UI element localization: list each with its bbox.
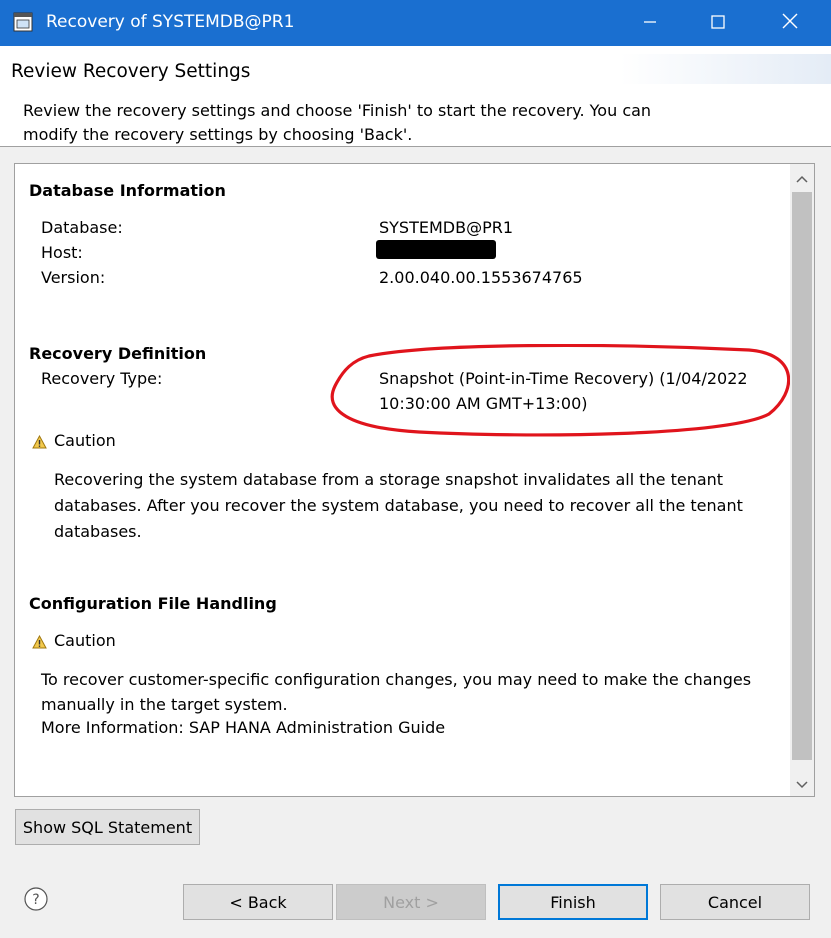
version-value: 2.00.040.00.1553674765 xyxy=(379,268,583,287)
close-icon xyxy=(782,13,798,33)
host-label: Host: xyxy=(41,243,83,262)
header-banner xyxy=(620,54,831,84)
title-bar[interactable]: Recovery of SYSTEMDB@PR1 xyxy=(0,0,831,46)
chevron-down-icon xyxy=(796,774,808,793)
back-button[interactable]: < Back xyxy=(183,884,333,920)
minimize-button[interactable] xyxy=(622,0,678,46)
page-title: Review Recovery Settings xyxy=(11,61,251,82)
recovery-type-value-line2: 10:30:00 AM GMT+13:00) xyxy=(379,394,588,413)
recovery-type-label: Recovery Type: xyxy=(41,369,163,388)
maximize-button[interactable] xyxy=(690,0,746,46)
scroll-up-button[interactable] xyxy=(790,164,814,190)
more-information-text: More Information: SAP HANA Administratio… xyxy=(41,718,446,737)
header-separator xyxy=(0,146,831,147)
page-description: Review the recovery settings and choose … xyxy=(23,101,652,144)
maximize-icon xyxy=(711,14,725,33)
warning-icon xyxy=(32,634,47,649)
caution-label: Caution xyxy=(54,631,116,650)
database-info-heading: Database Information xyxy=(29,181,226,200)
vertical-scrollbar[interactable] xyxy=(790,164,814,796)
help-icon[interactable]: ? xyxy=(24,887,48,911)
close-button[interactable] xyxy=(762,0,818,46)
show-sql-statement-button[interactable]: Show SQL Statement xyxy=(15,809,200,845)
chevron-up-icon xyxy=(796,168,808,187)
cancel-button[interactable]: Cancel xyxy=(660,884,810,920)
version-label: Version: xyxy=(41,268,106,287)
database-value: SYSTEMDB@PR1 xyxy=(379,218,514,237)
host-value-redacted xyxy=(376,240,496,259)
warning-icon xyxy=(32,434,47,449)
next-button[interactable]: Next > xyxy=(336,884,486,920)
scroll-down-button[interactable] xyxy=(790,770,814,796)
scroll-thumb[interactable] xyxy=(792,192,812,760)
database-label: Database: xyxy=(41,218,123,237)
finish-button[interactable]: Finish xyxy=(498,884,648,920)
minimize-icon xyxy=(643,14,657,33)
config-file-handling-heading: Configuration File Handling xyxy=(29,594,277,613)
svg-text:?: ? xyxy=(32,892,39,908)
recovery-type-value-line1: Snapshot (Point-in-Time Recovery) (1/04/… xyxy=(379,369,748,388)
window-app-icon xyxy=(13,12,33,32)
config-caution-text: To recover customer-specific configurati… xyxy=(41,670,752,714)
window-title: Recovery of SYSTEMDB@PR1 xyxy=(46,12,295,32)
wizard-header: Review Recovery Settings Review the reco… xyxy=(0,46,831,146)
caution-label: Caution xyxy=(54,431,116,450)
caution-text: Recovering the system database from a st… xyxy=(54,470,743,541)
recovery-definition-heading: Recovery Definition xyxy=(29,344,207,363)
settings-review-panel[interactable]: Database Information Database: SYSTEMDB@… xyxy=(14,163,815,797)
